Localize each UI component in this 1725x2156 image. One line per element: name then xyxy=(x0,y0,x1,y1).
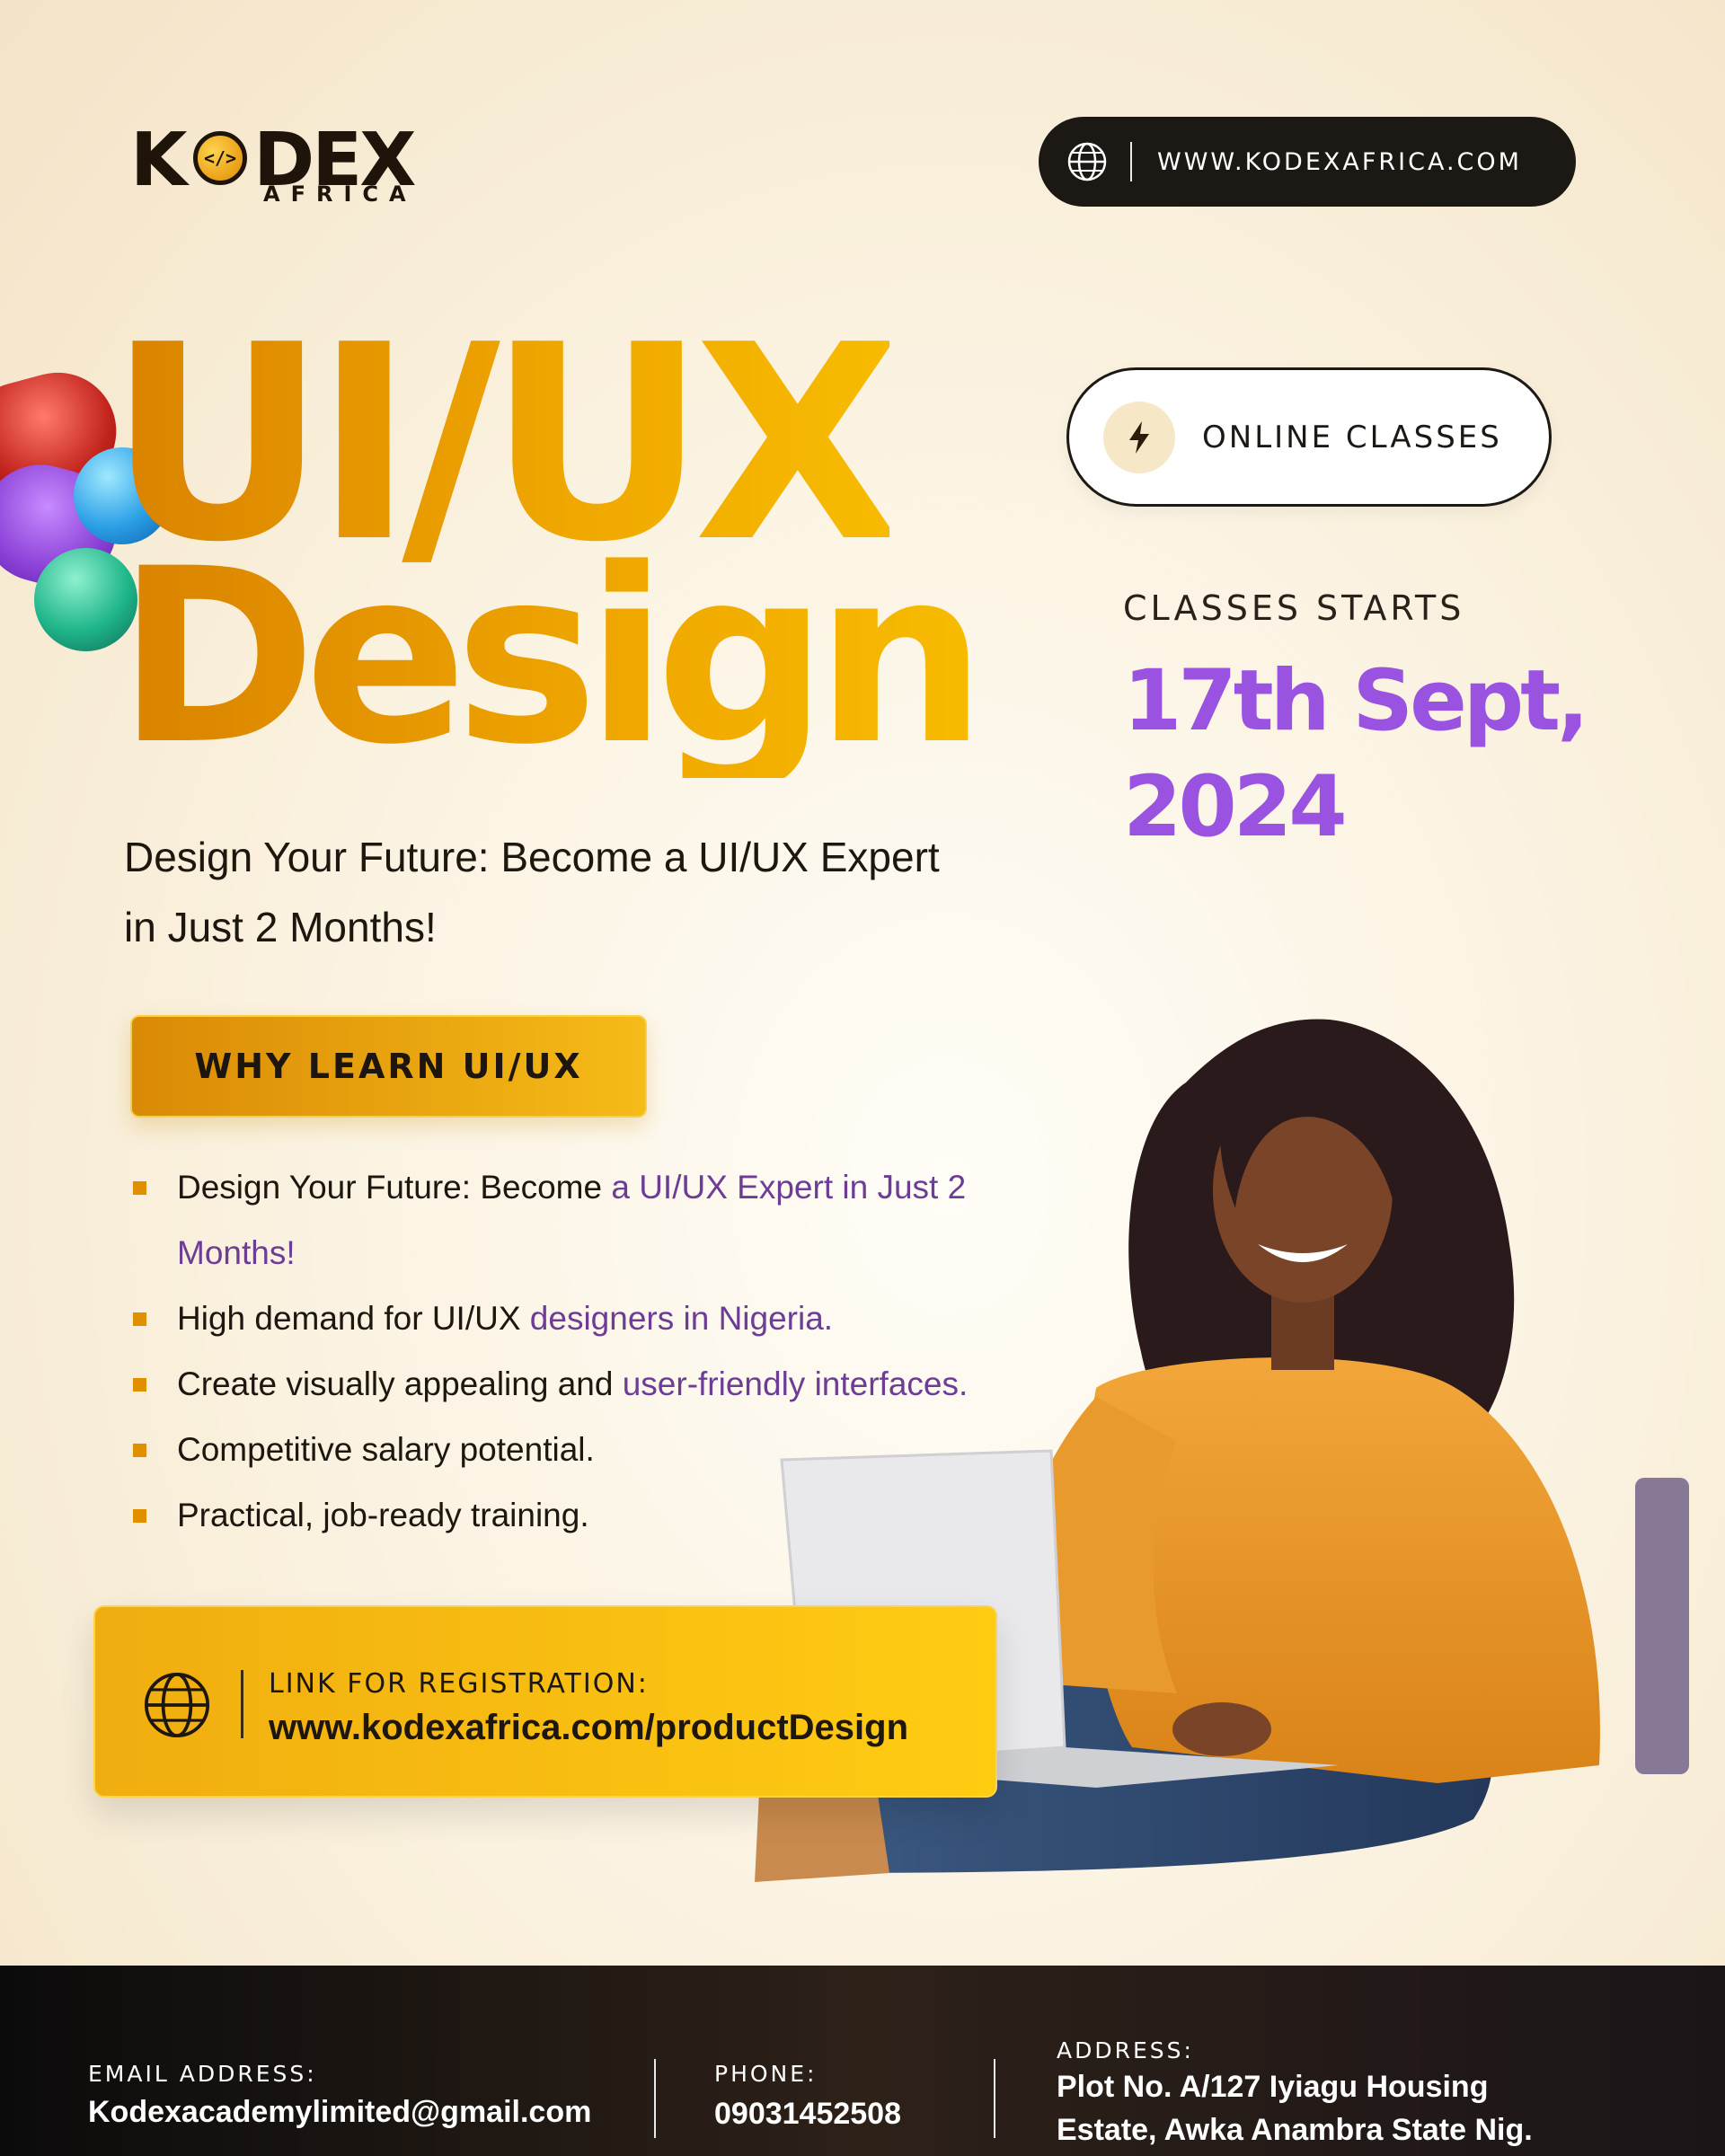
bullet-square-icon xyxy=(133,1378,146,1392)
bullet-square-icon xyxy=(133,1181,146,1195)
code-icon: </> xyxy=(193,131,247,185)
bullet-text: Design Your Future: Become xyxy=(177,1169,603,1206)
bullet-text: Practical, job-ready training. xyxy=(177,1497,589,1533)
why-learn-label: WHY LEARN UI/UX xyxy=(194,1047,583,1086)
student-with-laptop-image xyxy=(755,1019,1689,1882)
footer-divider xyxy=(994,2059,995,2138)
bullet-square-icon xyxy=(133,1444,146,1457)
bullet-text: Competitive salary potential. xyxy=(177,1431,595,1468)
address-line1: Plot No. A/127 Iyiagu Housing xyxy=(1057,2070,1489,2104)
address-line2: Estate, Awka Anambra State Nig. xyxy=(1057,2113,1533,2147)
website-pill[interactable]: WWW.KODEXAFRICA.COM xyxy=(1039,117,1576,207)
why-learn-button[interactable]: WHY LEARN UI/UX xyxy=(130,1015,647,1118)
online-classes-pill: ONLINE CLASSES xyxy=(1066,367,1552,507)
bullet-square-icon xyxy=(133,1312,146,1326)
registration-label: LINK FOR REGISTRATION: xyxy=(269,1668,649,1700)
footer-divider xyxy=(654,2059,656,2138)
bullet-text: High demand for UI/UX xyxy=(177,1300,521,1337)
logo-subtitle: AFRICA xyxy=(263,181,417,207)
registration-card[interactable]: LINK FOR REGISTRATION: www.kodexafrica.c… xyxy=(93,1605,997,1798)
classes-starts-label: CLASSES STARTS xyxy=(1123,588,1465,628)
website-link[interactable]: WWW.KODEXAFRICA.COM xyxy=(1157,148,1522,176)
email-value[interactable]: Kodexacademylimited@gmail.com xyxy=(88,2095,591,2130)
bullet-text: Create visually appealing and xyxy=(177,1365,614,1402)
headline-line2: Design xyxy=(117,517,986,798)
registration-link[interactable]: www.kodexafrica.com/productDesign xyxy=(269,1708,908,1748)
class-mode-label: ONLINE CLASSES xyxy=(1202,419,1502,455)
start-date: 17th Sept, 2024 xyxy=(1123,652,1589,856)
globe-icon xyxy=(144,1672,210,1738)
phone-value[interactable]: 09031452508 xyxy=(714,2097,901,2132)
card-divider xyxy=(241,1670,243,1738)
bullet-square-icon xyxy=(133,1509,146,1523)
email-label: EMAIL ADDRESS: xyxy=(88,2061,317,2087)
hero-subtitle: Design Your Future: Become a UI/UX Exper… xyxy=(124,834,940,950)
pill-divider xyxy=(1130,142,1132,181)
brand-logo: K DEX </> AFRICA xyxy=(130,124,427,214)
phone-label: PHONE: xyxy=(714,2061,818,2087)
address-label: ADDRESS: xyxy=(1057,2037,1194,2063)
globe-icon xyxy=(1067,142,1107,181)
lightning-icon xyxy=(1103,401,1175,473)
